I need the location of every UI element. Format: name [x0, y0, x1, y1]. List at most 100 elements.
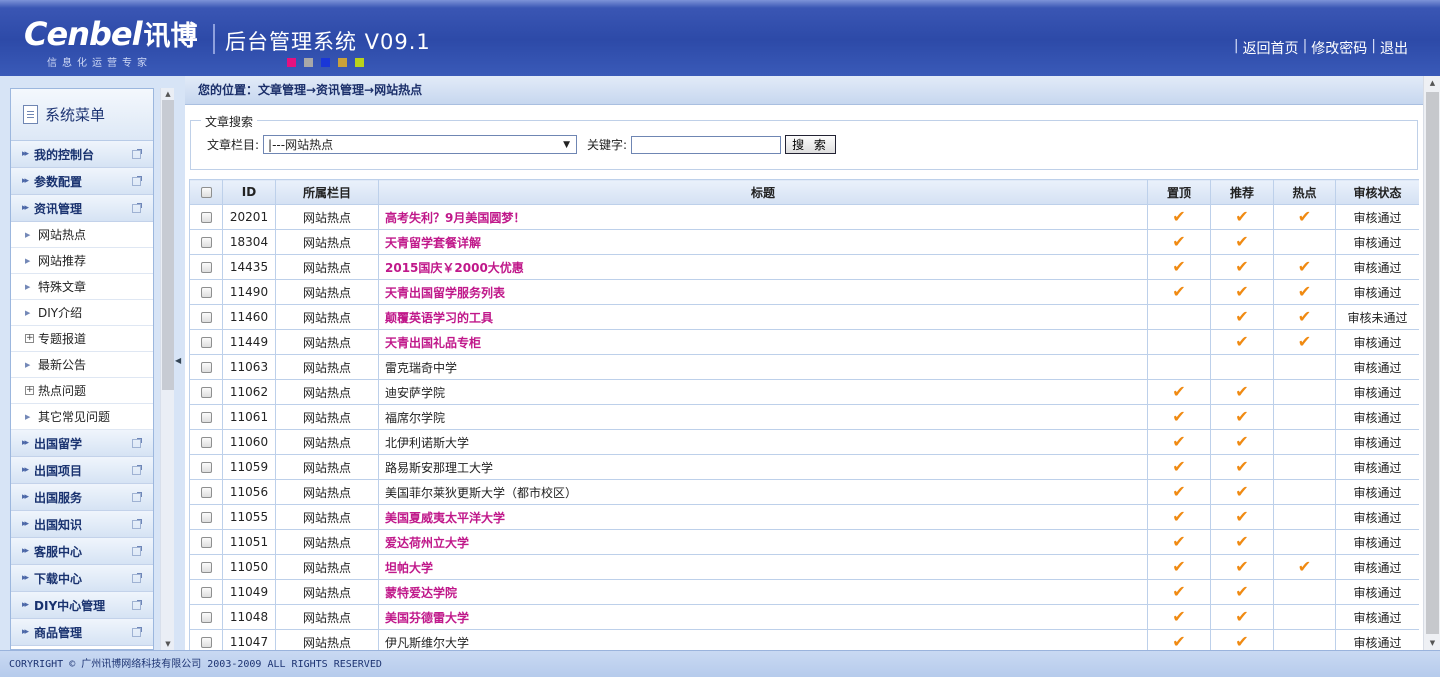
cell-title-link[interactable]: 颠覆英语学习的工具 — [378, 304, 1148, 330]
scroll-down-arrow-icon[interactable]: ▼ — [1424, 636, 1440, 650]
column-header-top[interactable]: 置顶 — [1147, 179, 1211, 205]
row-checkbox[interactable] — [200, 512, 212, 523]
cell-title-link[interactable]: 伊凡斯维尔大学 — [378, 629, 1148, 650]
cell-title-link[interactable]: 路易斯安那理工大学 — [378, 454, 1148, 480]
row-select-cell[interactable] — [189, 629, 223, 650]
menu-subitem[interactable]: + 专题报道 — [11, 326, 153, 352]
row-checkbox[interactable] — [200, 487, 212, 498]
menu-category[interactable]: ▸▸ 出国项目 — [11, 457, 153, 484]
menu-category[interactable]: ▸▸ 出国留学 — [11, 430, 153, 457]
row-checkbox[interactable] — [200, 387, 212, 398]
cell-title-link[interactable]: 福席尔学院 — [378, 404, 1148, 430]
row-checkbox[interactable] — [200, 412, 212, 423]
menu-subitem[interactable]: ▶ 网站推荐 — [11, 248, 153, 274]
menu-category[interactable]: ▸▸ DIY中心管理 — [11, 592, 153, 619]
column-header-hot[interactable]: 热点 — [1273, 179, 1336, 205]
search-button[interactable]: 搜 索 — [785, 135, 836, 154]
scroll-thumb[interactable] — [1426, 92, 1439, 634]
select-all-header[interactable] — [189, 179, 223, 205]
row-select-cell[interactable] — [189, 254, 223, 280]
scroll-up-arrow-icon[interactable]: ▲ — [161, 88, 175, 100]
row-select-cell[interactable] — [189, 229, 223, 255]
cell-title-link[interactable]: 天青留学套餐详解 — [378, 229, 1148, 255]
row-select-cell[interactable] — [189, 279, 223, 305]
row-select-cell[interactable] — [189, 304, 223, 330]
menu-category[interactable]: ▸▸ 商品管理 — [11, 619, 153, 646]
column-header-id[interactable]: ID — [222, 179, 276, 205]
row-checkbox[interactable] — [200, 562, 212, 573]
row-checkbox[interactable] — [200, 437, 212, 448]
row-checkbox[interactable] — [200, 337, 212, 348]
row-select-cell[interactable] — [189, 504, 223, 530]
row-select-cell[interactable] — [189, 204, 223, 230]
scroll-down-arrow-icon[interactable]: ▼ — [161, 638, 175, 650]
row-checkbox[interactable] — [200, 312, 212, 323]
row-select-cell[interactable] — [189, 579, 223, 605]
row-select-cell[interactable] — [189, 404, 223, 430]
menu-category[interactable]: ▸▸ 出国服务 — [11, 484, 153, 511]
row-checkbox[interactable] — [200, 362, 212, 373]
scroll-thumb[interactable] — [162, 100, 174, 390]
menu-category[interactable]: ▸▸ 出国知识 — [11, 511, 153, 538]
menu-subitem[interactable]: ▶ DIY介绍 — [11, 300, 153, 326]
keyword-input[interactable] — [631, 135, 782, 154]
cell-title-link[interactable]: 高考失利？9月美国圆梦！ — [378, 204, 1148, 230]
row-select-cell[interactable] — [189, 479, 223, 505]
select-all-checkbox[interactable] — [200, 187, 212, 198]
cell-title-link[interactable]: 爱达荷州立大学 — [378, 529, 1148, 555]
cell-title-link[interactable]: 迪安萨学院 — [378, 379, 1148, 405]
collapse-sidebar-icon[interactable]: ◀ — [175, 356, 181, 365]
menu-category[interactable]: ▸▸ 我的控制台 — [11, 141, 153, 168]
main-scrollbar[interactable]: ▲ ▼ — [1423, 76, 1440, 650]
row-select-cell[interactable] — [189, 329, 223, 355]
expand-plus-icon[interactable]: + — [25, 334, 34, 343]
change-password-link[interactable]: 修改密码 — [1311, 38, 1367, 58]
row-checkbox[interactable] — [200, 637, 212, 648]
row-checkbox[interactable] — [200, 612, 212, 623]
category-select[interactable]: |---网站热点 ▼ — [263, 135, 578, 154]
cell-title-link[interactable]: 美国芬德雷大学 — [378, 604, 1148, 630]
cell-title-link[interactable]: 2015国庆￥2000大优惠 — [378, 254, 1148, 280]
column-header-recommend[interactable]: 推荐 — [1210, 179, 1274, 205]
menu-category[interactable]: ▸▸ 参数配置 — [11, 168, 153, 195]
row-select-cell[interactable] — [189, 554, 223, 580]
menu-category[interactable]: ▸▸ 客服中心 — [11, 538, 153, 565]
column-header-status[interactable]: 审核状态 — [1335, 179, 1419, 205]
row-select-cell[interactable] — [189, 604, 223, 630]
expand-plus-icon[interactable]: + — [25, 386, 34, 395]
cell-title-link[interactable]: 坦帕大学 — [378, 554, 1148, 580]
cell-title-link[interactable]: 蒙特爱达学院 — [378, 579, 1148, 605]
logout-link[interactable]: 退出 — [1380, 38, 1408, 58]
cell-title-link[interactable]: 北伊利诺斯大学 — [378, 429, 1148, 455]
menu-subitem[interactable]: ▶ 其它常见问题 — [11, 404, 153, 430]
row-checkbox[interactable] — [200, 462, 212, 473]
home-link[interactable]: 返回首页 — [1243, 38, 1299, 58]
cell-title-link[interactable]: 天青出国留学服务列表 — [378, 279, 1148, 305]
row-select-cell[interactable] — [189, 354, 223, 380]
menu-subitem[interactable]: + 热点问题 — [11, 378, 153, 404]
row-checkbox[interactable] — [200, 237, 212, 248]
row-select-cell[interactable] — [189, 454, 223, 480]
row-select-cell[interactable] — [189, 379, 223, 405]
menu-category[interactable]: ▸▸ 下载中心 — [11, 565, 153, 592]
menu-subitem[interactable]: ▶ 特殊文章 — [11, 274, 153, 300]
cell-id: 11056 — [222, 479, 276, 505]
cell-title-link[interactable]: 天青出国礼品专柜 — [378, 329, 1148, 355]
cell-title-link[interactable]: 雷克瑞奇中学 — [378, 354, 1148, 380]
row-checkbox[interactable] — [200, 537, 212, 548]
menu-category[interactable]: ▸▸ 资讯管理 — [11, 195, 153, 222]
cell-title-link[interactable]: 美国夏威夷太平洋大学 — [378, 504, 1148, 530]
menu-subitem[interactable]: ▶ 网站热点 — [11, 222, 153, 248]
scroll-up-arrow-icon[interactable]: ▲ — [1424, 76, 1440, 90]
row-checkbox[interactable] — [200, 287, 212, 298]
row-checkbox[interactable] — [200, 212, 212, 223]
menu-subitem[interactable]: ▶ 最新公告 — [11, 352, 153, 378]
sidebar-scrollbar[interactable]: ▲ ▼ — [160, 88, 174, 650]
row-checkbox[interactable] — [200, 587, 212, 598]
column-header-title[interactable]: 标题 — [378, 179, 1148, 205]
column-header-category[interactable]: 所属栏目 — [275, 179, 379, 205]
row-select-cell[interactable] — [189, 429, 223, 455]
row-checkbox[interactable] — [200, 262, 212, 273]
cell-title-link[interactable]: 美国菲尔莱狄更斯大学（都市校区） — [378, 479, 1148, 505]
row-select-cell[interactable] — [189, 529, 223, 555]
